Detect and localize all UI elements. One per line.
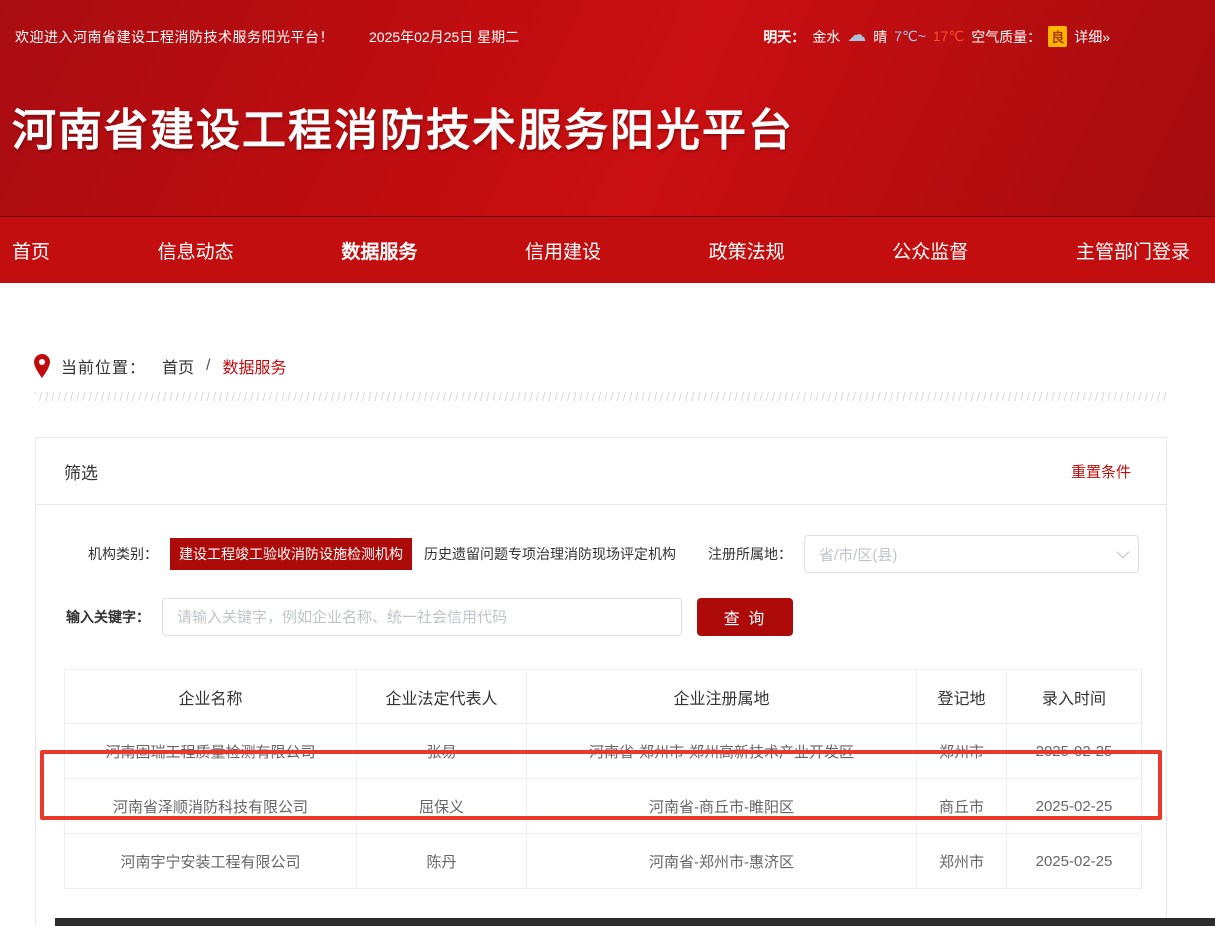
cell-legal-representative: 屈保义 bbox=[357, 779, 527, 834]
cell-company-name: 河南宇宁安装工程有限公司 bbox=[65, 834, 357, 889]
date-text: 2025年02月25日 星期二 bbox=[369, 27, 519, 47]
cell-registered-location: 河南省-郑州市-惠济区 bbox=[527, 834, 917, 889]
cell-company-name: 河南省泽顺消防科技有限公司 bbox=[65, 779, 357, 834]
category-option-detection-org[interactable]: 建设工程竣工验收消防设施检测机构 bbox=[170, 538, 412, 570]
nav-item-news[interactable]: 信息动态 bbox=[158, 237, 234, 264]
temp-high: 17℃ bbox=[933, 28, 964, 45]
region-label: 注册所属地： bbox=[708, 544, 792, 564]
table-row[interactable]: 河南宇宁安装工程有限公司 陈丹 河南省-郑州市-惠济区 郑州市 2025-02-… bbox=[65, 834, 1142, 889]
breadcrumb-home-link[interactable]: 首页 bbox=[162, 354, 194, 378]
weather-label: 明天： bbox=[763, 27, 805, 47]
filter-panel: 筛选 重置条件 机构类别： 建设工程竣工验收消防设施检测机构 历史遗留问题专项治… bbox=[35, 437, 1167, 926]
page: 欢迎进入河南省建设工程消防技术服务阳光平台！ 2025年02月25日 星期二 明… bbox=[0, 0, 1215, 926]
breadcrumb-current-link[interactable]: 数据服务 bbox=[222, 354, 286, 378]
weather-widget: 明天： 金水 ☁ 晴 7℃~ 17℃ 空气质量： 良 详细» bbox=[763, 26, 1110, 47]
breadcrumb: 当前位置： 首页 / 数据服务 bbox=[33, 353, 1215, 379]
column-registered-location: 企业注册属地 bbox=[527, 670, 917, 724]
cloud-icon: ☁ bbox=[847, 26, 866, 45]
region-filter-group: 注册所属地： 省/市/区(县) bbox=[708, 535, 1139, 573]
table-row[interactable]: 河南固瑞工程质量检测有限公司 张易 河南省-郑州市-郑州高新技术产业开发区 郑州… bbox=[65, 724, 1142, 779]
keyword-filter-row: 输入关键字： 查 询 bbox=[36, 598, 1166, 636]
keyword-input[interactable] bbox=[162, 598, 682, 636]
site-header: 欢迎进入河南省建设工程消防技术服务阳光平台！ 2025年02月25日 星期二 明… bbox=[0, 0, 1215, 217]
region-select-placeholder: 省/市/区(县) bbox=[819, 544, 897, 565]
cell-registered-location: 河南省-商丘市-睢阳区 bbox=[527, 779, 917, 834]
weather-condition: 晴 bbox=[873, 27, 887, 47]
nav-item-supervision[interactable]: 公众监督 bbox=[892, 237, 968, 264]
column-legal-representative: 企业法定代表人 bbox=[357, 670, 527, 724]
cell-entry-date: 2025-02-25 bbox=[1007, 834, 1142, 889]
breadcrumb-label: 当前位置： bbox=[61, 354, 146, 378]
column-entry-date: 录入时间 bbox=[1007, 670, 1142, 724]
temp-low: 7℃~ bbox=[894, 28, 926, 45]
cell-entry-date: 2025-02-25 bbox=[1007, 779, 1142, 834]
nav-item-credit[interactable]: 信用建设 bbox=[525, 237, 601, 264]
keyword-label: 输入关键字： bbox=[66, 607, 150, 627]
region-select[interactable]: 省/市/区(县) bbox=[804, 535, 1139, 573]
table-row[interactable]: 河南省泽顺消防科技有限公司 屈保义 河南省-商丘市-睢阳区 商丘市 2025-0… bbox=[65, 779, 1142, 834]
filter-panel-header: 筛选 重置条件 bbox=[36, 438, 1166, 505]
cell-registration-place: 郑州市 bbox=[917, 834, 1007, 889]
column-registration-place: 登记地 bbox=[917, 670, 1007, 724]
breadcrumb-separator: / bbox=[206, 357, 210, 375]
main-nav: 首页 信息动态 数据服务 信用建设 政策法规 公众监督 主管部门登录 bbox=[0, 217, 1215, 283]
category-options: 建设工程竣工验收消防设施检测机构 历史遗留问题专项治理消防现场评定机构 bbox=[170, 538, 676, 570]
aqi-badge: 良 bbox=[1048, 26, 1067, 47]
footer-strip bbox=[55, 918, 1215, 926]
nav-item-home[interactable]: 首页 bbox=[12, 237, 50, 264]
nav-item-policy[interactable]: 政策法规 bbox=[709, 237, 785, 264]
weather-detail-link[interactable]: 详细» bbox=[1074, 27, 1110, 47]
column-company-name: 企业名称 bbox=[65, 670, 357, 724]
cell-entry-date: 2025-02-25 bbox=[1007, 724, 1142, 779]
table-header-row: 企业名称 企业法定代表人 企业注册属地 登记地 录入时间 bbox=[65, 670, 1142, 724]
cell-legal-representative: 张易 bbox=[357, 724, 527, 779]
site-title: 河南省建设工程消防技术服务阳光平台 bbox=[12, 94, 1215, 158]
cell-registration-place: 郑州市 bbox=[917, 724, 1007, 779]
search-button[interactable]: 查 询 bbox=[697, 598, 793, 636]
cell-registration-place: 商丘市 bbox=[917, 779, 1007, 834]
hatched-divider bbox=[35, 392, 1167, 401]
cell-registered-location: 河南省-郑州市-郑州高新技术产业开发区 bbox=[527, 724, 917, 779]
nav-item-data-service[interactable]: 数据服务 bbox=[341, 237, 417, 264]
aqi-label: 空气质量： bbox=[971, 27, 1041, 47]
top-bar: 欢迎进入河南省建设工程消防技术服务阳光平台！ 2025年02月25日 星期二 明… bbox=[0, 0, 1215, 47]
category-label: 机构类别： bbox=[88, 544, 158, 564]
nav-item-admin-login[interactable]: 主管部门登录 bbox=[1076, 237, 1190, 264]
filter-title: 筛选 bbox=[64, 459, 98, 484]
results-table: 企业名称 企业法定代表人 企业注册属地 登记地 录入时间 河南固瑞工程质量检测有… bbox=[64, 669, 1142, 889]
weather-city: 金水 bbox=[812, 27, 840, 47]
welcome-text: 欢迎进入河南省建设工程消防技术服务阳光平台！ bbox=[15, 27, 334, 47]
location-pin-icon bbox=[33, 353, 51, 379]
chevron-down-icon bbox=[1117, 546, 1130, 559]
cell-company-name: 河南固瑞工程质量检测有限公司 bbox=[65, 724, 357, 779]
cell-legal-representative: 陈丹 bbox=[357, 834, 527, 889]
reset-filters-link[interactable]: 重置条件 bbox=[1071, 461, 1131, 482]
category-option-assessment-org[interactable]: 历史遗留问题专项治理消防现场评定机构 bbox=[424, 544, 676, 564]
category-filter-row: 机构类别： 建设工程竣工验收消防设施检测机构 历史遗留问题专项治理消防现场评定机… bbox=[36, 535, 1166, 573]
